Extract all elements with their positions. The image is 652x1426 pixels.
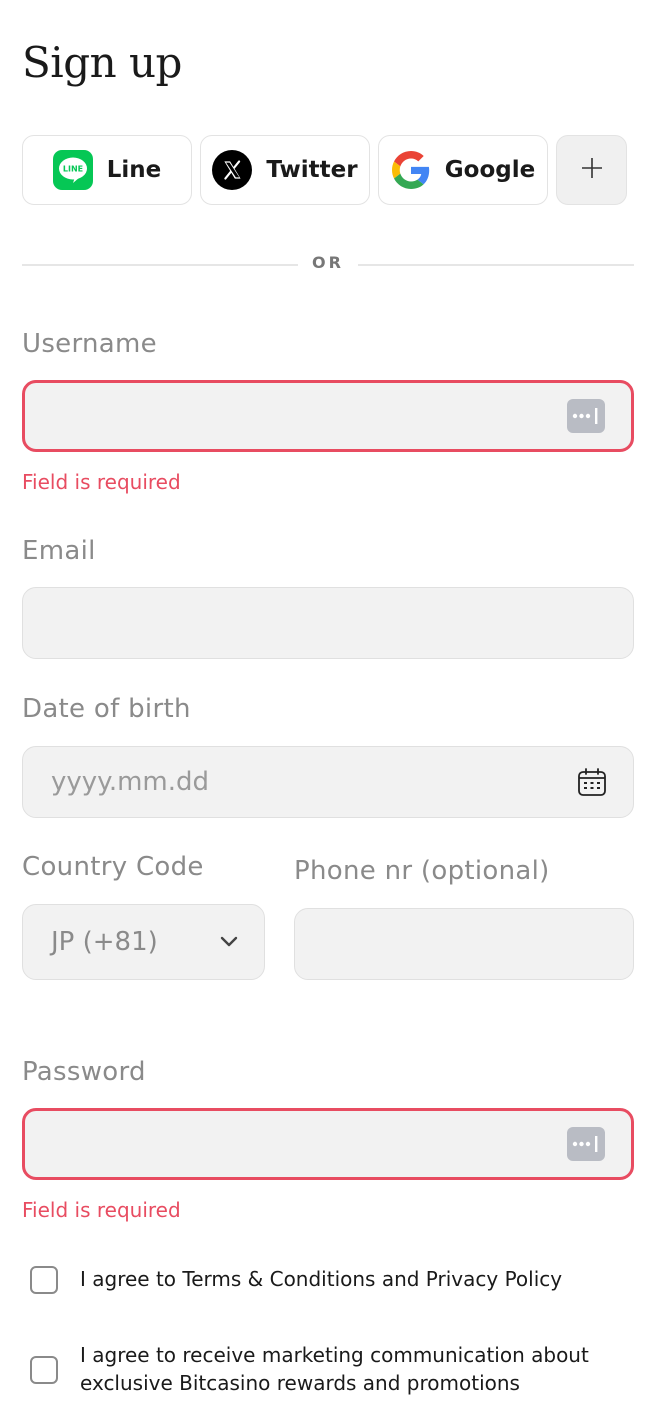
country-code-select[interactable]: JP (+81) xyxy=(22,904,265,980)
country-code-value: JP (+81) xyxy=(51,927,158,957)
password-manager-icon[interactable] xyxy=(567,399,605,433)
dob-label: Date of birth xyxy=(22,694,191,724)
email-label: Email xyxy=(22,536,96,566)
twitter-login-button[interactable]: Twitter xyxy=(200,135,370,205)
username-label: Username xyxy=(22,329,157,359)
country-code-label: Country Code xyxy=(22,852,204,882)
marketing-label-line2: exclusive Bitcasino rewards and promotio… xyxy=(80,1371,520,1395)
password-label: Password xyxy=(22,1057,146,1087)
email-input[interactable] xyxy=(22,587,634,659)
chevron-down-icon xyxy=(220,936,238,948)
marketing-checkbox[interactable] xyxy=(30,1356,58,1384)
more-login-options-button[interactable] xyxy=(556,135,627,205)
social-login-row: LINE Line Twitter Google xyxy=(22,135,627,205)
phone-label: Phone nr (optional) xyxy=(294,856,550,886)
google-login-button[interactable]: Google xyxy=(378,135,548,205)
line-login-label: Line xyxy=(106,157,162,183)
password-input[interactable] xyxy=(22,1108,634,1180)
or-divider: OR xyxy=(22,253,634,277)
username-input[interactable] xyxy=(22,380,634,452)
terms-label: I agree to Terms & Conditions and Privac… xyxy=(80,1267,563,1291)
password-error: Field is required xyxy=(22,1198,181,1222)
password-manager-icon[interactable] xyxy=(567,1127,605,1161)
username-error: Field is required xyxy=(22,470,181,494)
x-twitter-icon xyxy=(212,150,253,190)
google-login-label: Google xyxy=(444,157,536,183)
dob-placeholder: yyyy.mm.dd xyxy=(51,767,210,797)
divider-line-right xyxy=(358,264,634,266)
line-login-button[interactable]: LINE Line xyxy=(22,135,192,205)
phone-input[interactable] xyxy=(294,908,634,980)
dob-input[interactable]: yyyy.mm.dd xyxy=(22,746,634,818)
line-logo-text: LINE xyxy=(63,165,83,174)
plus-icon xyxy=(580,156,604,184)
terms-checkbox[interactable] xyxy=(30,1266,58,1294)
divider-label: OR xyxy=(312,253,344,272)
page-title: Sign up xyxy=(22,38,182,87)
google-icon xyxy=(391,150,431,190)
marketing-label-line1: I agree to receive marketing communicati… xyxy=(80,1343,589,1367)
line-icon: LINE xyxy=(52,150,93,190)
calendar-icon[interactable] xyxy=(577,767,607,797)
twitter-login-label: Twitter xyxy=(266,157,358,183)
